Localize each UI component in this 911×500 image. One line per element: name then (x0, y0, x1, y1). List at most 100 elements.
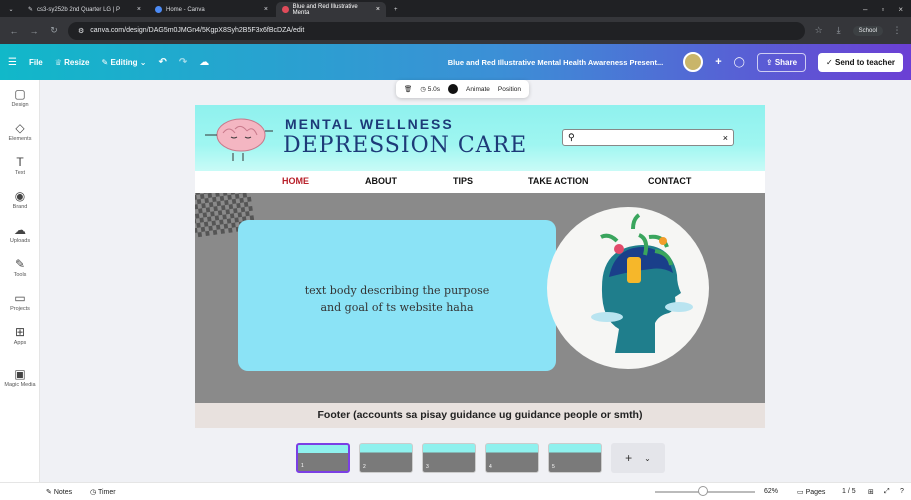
folder-icon: ▭ (14, 291, 26, 305)
minimize-icon[interactable]: – (863, 5, 867, 14)
head-with-plants-illustration-icon (591, 213, 693, 353)
pages-icon: ▭ (797, 488, 806, 496)
position-button[interactable]: Position (498, 86, 521, 93)
share-icon: ⇪ (765, 57, 775, 67)
sidebar-item-text[interactable]: T Text (0, 156, 40, 176)
menu-icon[interactable]: ☰ (8, 57, 17, 68)
zoom-slider-handle[interactable] (698, 486, 708, 496)
hero-body-text: text body describing the purpose and goal… (304, 284, 490, 314)
add-page-button[interactable]: + ⌄ (611, 443, 665, 473)
zoom-level[interactable]: 62% (764, 488, 778, 495)
browser-tab-3[interactable]: Blue and Red Illustrative Menta × (276, 2, 386, 17)
canva-favicon-icon (155, 6, 162, 13)
tab-search-button[interactable]: ⌄ (2, 2, 20, 17)
element-toolbar: 🗑 ◷ 5.0s Animate Position (396, 80, 530, 98)
window-controls: – ▫ × (855, 5, 911, 17)
nav-contact[interactable]: CONTACT (648, 176, 691, 186)
close-tab-icon[interactable]: × (137, 6, 141, 13)
close-tab-icon[interactable]: × (376, 6, 380, 13)
forward-icon[interactable]: → (28, 26, 40, 36)
page-thumbnail[interactable]: 4 (485, 443, 539, 473)
search-input[interactable]: ⚲ × (562, 129, 734, 146)
page-thumbnail[interactable]: 3 (422, 443, 476, 473)
bookmark-star-icon[interactable]: ☆ (813, 25, 825, 36)
timer-icon: ◷ (90, 488, 98, 496)
share-button[interactable]: ⇪ Share (756, 52, 807, 72)
reload-icon[interactable]: ↻ (48, 25, 60, 36)
clock-icon: ◷ (420, 86, 428, 93)
notes-button[interactable]: ✎ Notes (46, 488, 72, 496)
site-title: DEPRESSION CARE (283, 133, 528, 158)
clear-search-icon[interactable]: × (723, 133, 728, 143)
hero-section: ▒▒ text body describing the purpose and g… (195, 193, 765, 403)
download-icon[interactable]: ⤓ (833, 25, 845, 36)
pen-icon: ✎ (14, 257, 26, 271)
maximize-icon[interactable]: ▫ (881, 5, 884, 14)
browser-menu-icon[interactable]: ⋮ (891, 25, 903, 36)
add-collaborator-icon[interactable]: + (715, 56, 721, 68)
text-icon: T (16, 155, 24, 169)
browser-tab-2[interactable]: Home - Canva × (149, 2, 274, 17)
design-title[interactable]: Blue and Red Illustrative Mental Health … (448, 58, 664, 67)
grid-view-icon[interactable]: ⊞ (868, 488, 874, 496)
nav-tips[interactable]: TIPS (453, 176, 473, 186)
profile-button[interactable]: School (852, 25, 883, 36)
site-nav: HOME ABOUT TIPS TAKE ACTION CONTACT (195, 171, 765, 193)
canva-favicon-icon (282, 6, 289, 13)
nav-home[interactable]: HOME (282, 176, 309, 186)
site-info-icon[interactable]: ⚙ (78, 27, 84, 35)
apps-icon: ⊞ (14, 325, 26, 339)
crown-icon: ♕ (54, 57, 65, 67)
sidebar-item-brand[interactable]: ◉ Brand (0, 190, 40, 210)
notes-icon: ✎ (46, 488, 54, 496)
brand-icon: ◉ (14, 189, 26, 203)
color-swatch[interactable] (448, 84, 459, 94)
browser-tab-strip: ⌄ ✎ cs3-sy252b 2nd Quarter LG | P × Home -… (0, 0, 911, 17)
duration-button[interactable]: ◷ 5.0s (420, 85, 440, 93)
sidebar-item-elements[interactable]: ◇ Elements (0, 122, 40, 142)
close-tab-icon[interactable]: × (264, 6, 268, 13)
redo-icon[interactable]: ↷ (179, 57, 187, 68)
close-window-icon[interactable]: × (898, 5, 903, 14)
timer-button[interactable]: ◷ Timer (90, 488, 116, 496)
sidebar-item-uploads[interactable]: ☁ Uploads (0, 224, 40, 244)
page-thumbnail[interactable]: 1 (296, 443, 350, 473)
editing-mode-button[interactable]: ✎ Editing ⌄ (102, 58, 147, 67)
magic-media-icon: ▣ (14, 367, 26, 381)
back-icon[interactable]: ← (8, 26, 20, 36)
url-field[interactable]: ⚙ canva.com/design/DAG5m0JMGn4/5KgpX8Syh2… (68, 21, 805, 40)
layout-icon: ▢ (14, 87, 26, 101)
nav-about[interactable]: ABOUT (365, 176, 397, 186)
browser-tab-1[interactable]: ✎ cs3-sy252b 2nd Quarter LG | P × (22, 2, 147, 17)
sidebar-item-tools[interactable]: ✎ Tools (0, 258, 40, 278)
undo-icon[interactable]: ↶ (159, 57, 167, 68)
page-thumbnail[interactable]: 2 (359, 443, 413, 473)
chevron-down-icon[interactable]: ⌄ (644, 454, 651, 463)
editor-header: ☰ File ♕ Resize ✎ Editing ⌄ ↶ ↷ ☁ Blue a… (0, 44, 911, 80)
nav-take-action[interactable]: TAKE ACTION (528, 176, 589, 186)
file-menu[interactable]: File (29, 58, 43, 67)
brain-illustration-icon (205, 118, 273, 161)
animate-button[interactable]: Animate (466, 86, 490, 93)
pin-icon: ✎ (28, 7, 34, 13)
trash-icon[interactable]: 🗑 (404, 85, 412, 93)
sidebar-item-apps[interactable]: ⊞ Apps (0, 326, 40, 346)
page-thumbnail[interactable]: 5 (548, 443, 602, 473)
cloud-saved-icon[interactable]: ☁ (199, 57, 209, 68)
new-tab-button[interactable]: + (388, 2, 404, 17)
send-to-teacher-button[interactable]: ✓ Send to teacher (818, 52, 903, 72)
comments-icon[interactable]: ◯ (734, 57, 745, 68)
hero-text-box[interactable]: text body describing the purpose and goal… (238, 220, 556, 371)
sidebar-item-magic-media[interactable]: ▣ Magic Media (0, 368, 40, 388)
website-header: MENTAL WELLNESS DEPRESSION CARE ⚲ × (195, 105, 765, 171)
design-page[interactable]: MENTAL WELLNESS DEPRESSION CARE ⚲ × HOME… (195, 105, 765, 428)
address-bar-row: ← → ↻ ⚙ canva.com/design/DAG5m0JMGn4/5Kgp… (0, 17, 911, 44)
fullscreen-icon[interactable]: ⤢ (884, 488, 890, 496)
resize-button[interactable]: ♕ Resize (55, 58, 90, 67)
hero-image-circle (547, 207, 709, 369)
pages-button[interactable]: ▭ Pages (797, 488, 825, 496)
avatar[interactable] (683, 52, 704, 72)
sidebar-item-design[interactable]: ▢ Design (0, 88, 40, 108)
sidebar-item-projects[interactable]: ▭ Projects (0, 292, 40, 312)
help-icon[interactable]: ? (900, 488, 904, 495)
